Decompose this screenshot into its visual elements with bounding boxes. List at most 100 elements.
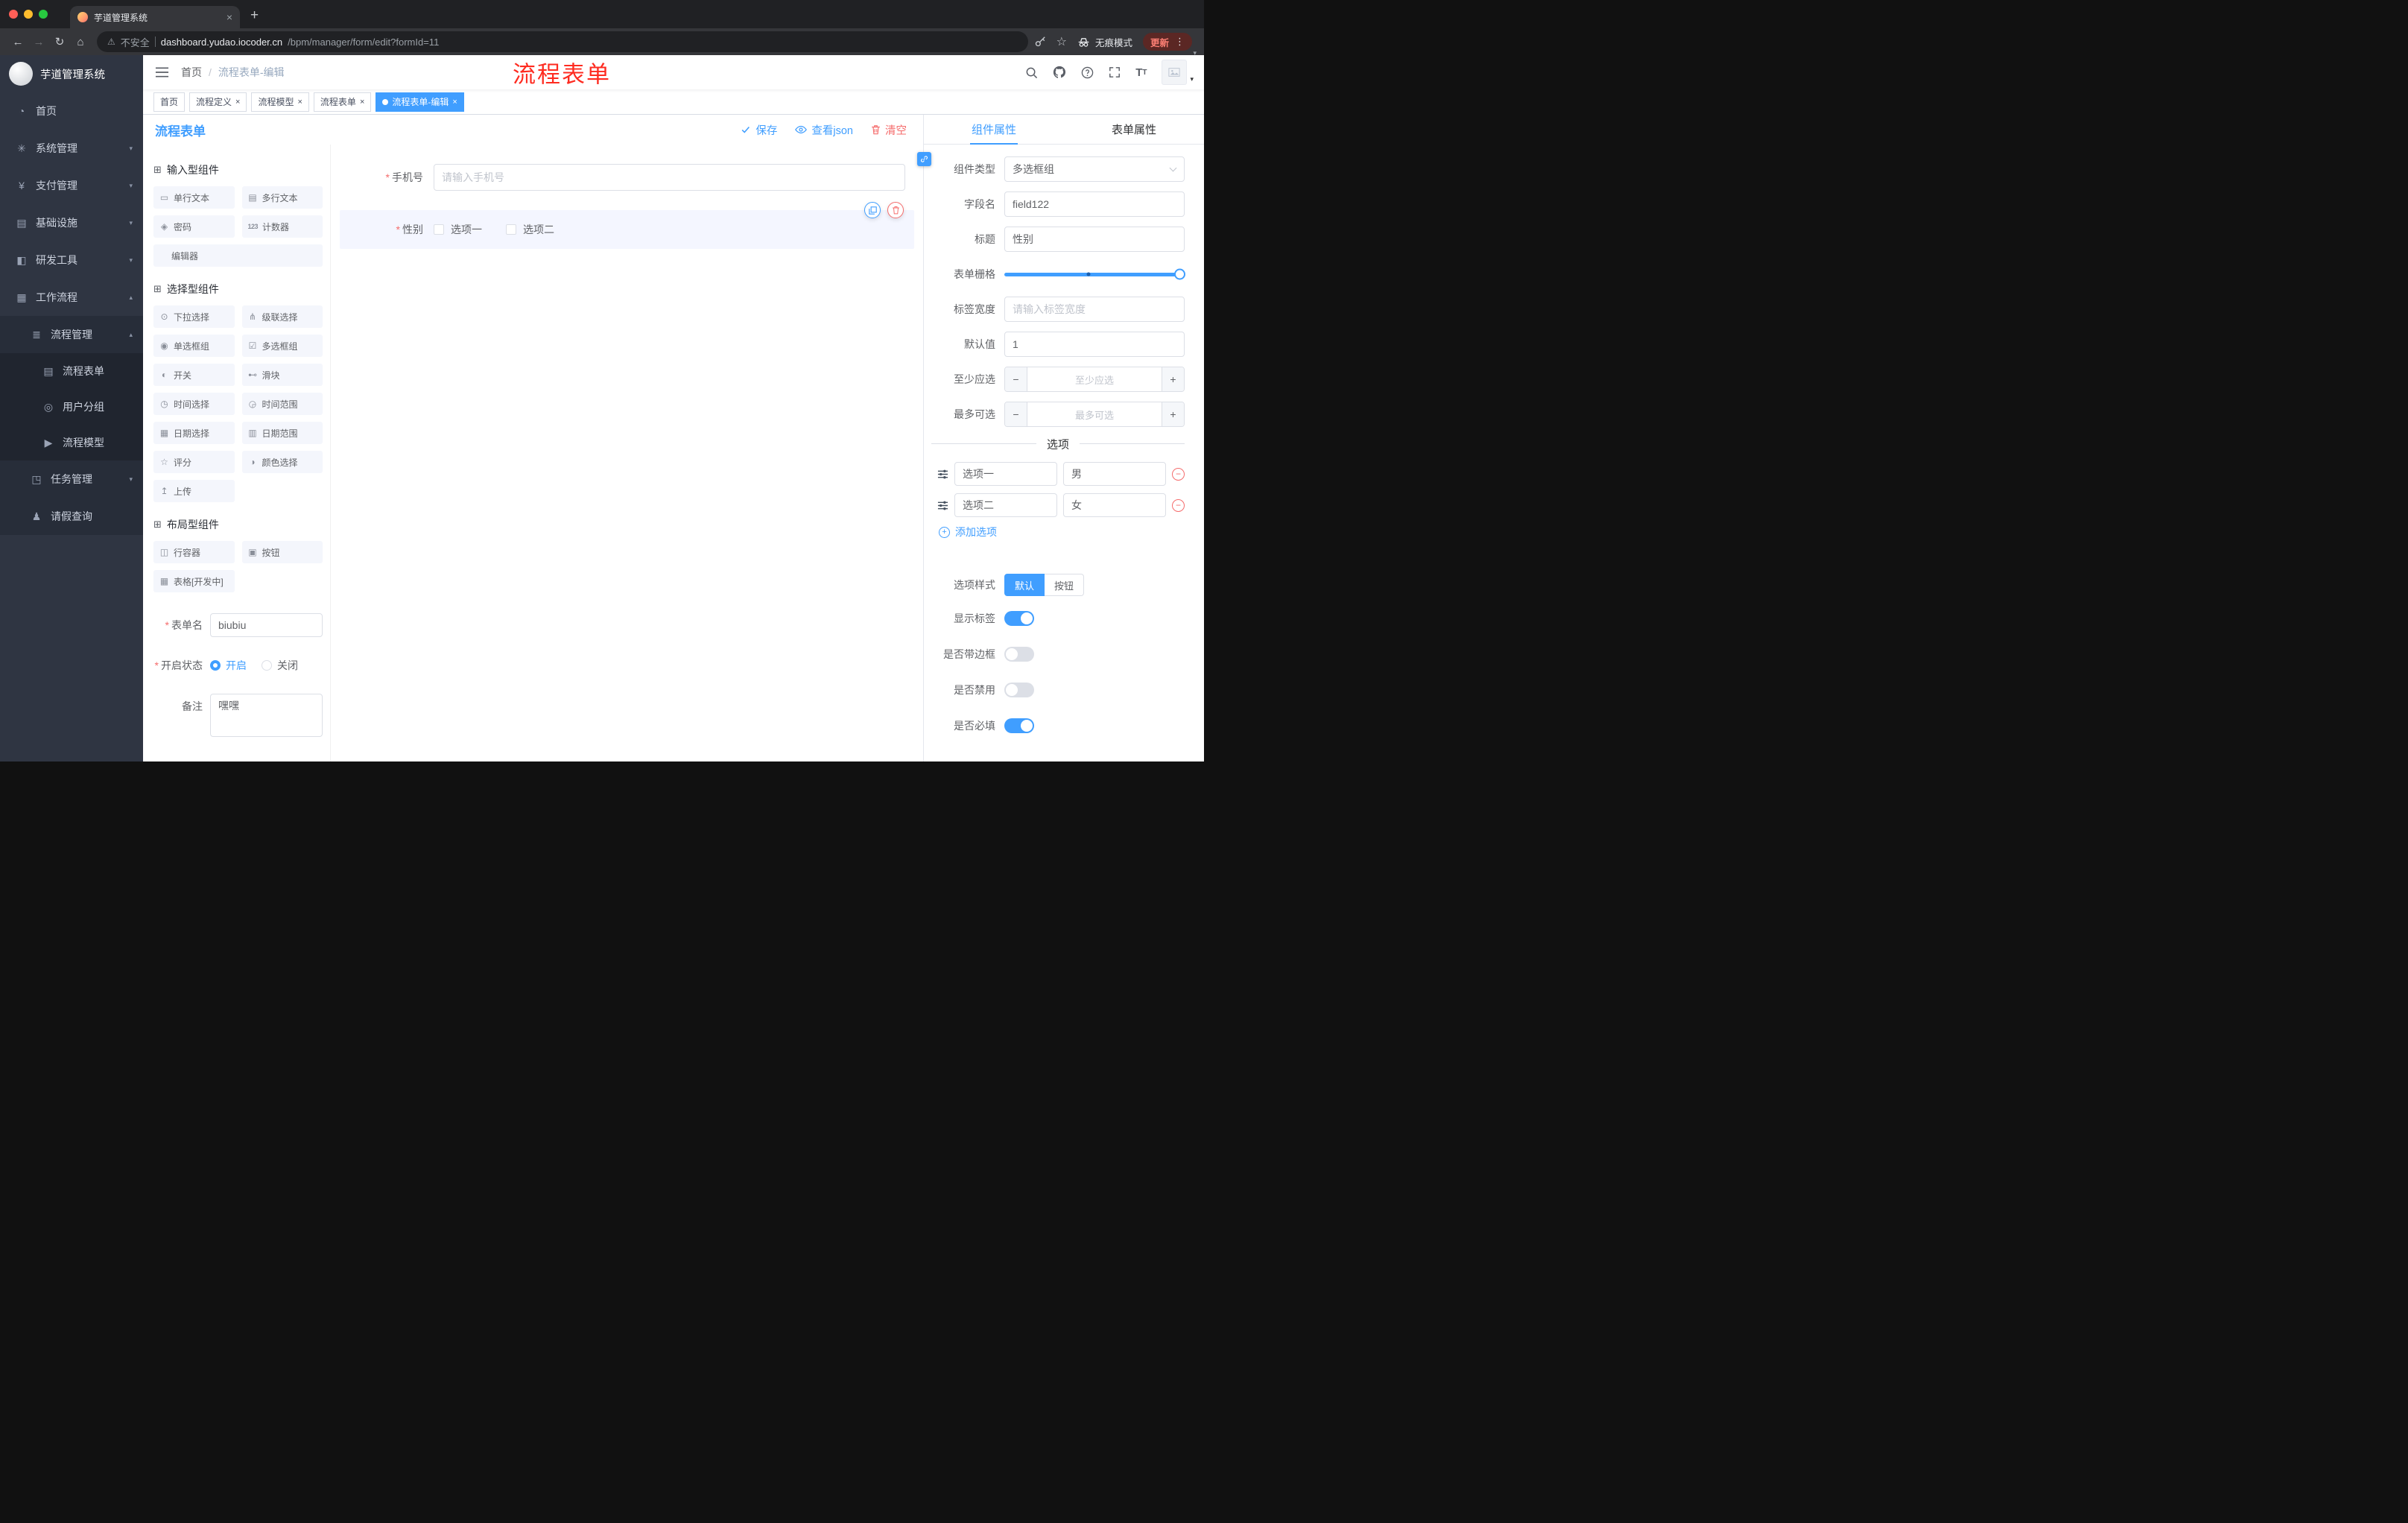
sidebar-item-process-model[interactable]: ▶ 流程模型	[0, 425, 143, 460]
palette-item-date-picker[interactable]: ▦ 日期选择	[153, 422, 235, 444]
drag-handle-icon[interactable]	[937, 469, 948, 480]
tab-close-icon[interactable]: ×	[226, 11, 232, 23]
browser-menu-icon[interactable]: ⋮	[1175, 36, 1185, 48]
palette-item-slider[interactable]: ⊷ 滑块	[241, 364, 323, 386]
canvas-field-gender-selected[interactable]: * 性别 选项一 选项二	[340, 202, 914, 249]
palette-item-checkbox-group[interactable]: ☑ 多选框组	[241, 335, 323, 357]
search-icon[interactable]	[1025, 66, 1038, 79]
fullscreen-icon[interactable]	[1109, 66, 1121, 78]
tab-component-props[interactable]: 组件属性	[924, 115, 1064, 145]
segment-button[interactable]: 按钮	[1045, 574, 1085, 596]
sidebar-item-leave-query[interactable]: ♟ 请假查询	[0, 498, 143, 535]
new-tab-button[interactable]: +	[250, 7, 259, 24]
required-toggle[interactable]	[1004, 718, 1034, 733]
palette-item-editor[interactable]: 编辑器	[153, 244, 323, 267]
key-icon[interactable]	[1034, 36, 1046, 48]
add-option-button[interactable]: + 添加选项	[939, 525, 1185, 539]
palette-item-button[interactable]: ▣ 按钮	[241, 541, 323, 563]
checkbox-option-1[interactable]: 选项一	[434, 222, 482, 237]
palette-item-dropdown[interactable]: ⊙ 下拉选择	[153, 305, 235, 328]
window-zoom-button[interactable]	[39, 10, 48, 19]
reload-button[interactable]: ↻	[49, 31, 70, 52]
option-value-input[interactable]	[1063, 493, 1166, 517]
sidebar-item-process-form[interactable]: ▤ 流程表单	[0, 353, 143, 389]
browser-update-button[interactable]: 更新 ⋮	[1142, 33, 1192, 51]
panel-link-handle[interactable]	[917, 152, 931, 166]
palette-item-cascader[interactable]: ⋔ 级联选择	[241, 305, 323, 328]
breadcrumb-home[interactable]: 首页	[181, 65, 202, 80]
view-json-button[interactable]: 查看json	[795, 122, 853, 138]
delete-field-button[interactable]	[887, 202, 904, 218]
drag-handle-icon[interactable]	[937, 500, 948, 511]
decrement-button[interactable]: −	[1005, 367, 1027, 391]
palette-item-radio-group[interactable]: ◉ 单选框组	[153, 335, 235, 357]
tab-form-props[interactable]: 表单属性	[1064, 115, 1204, 144]
sidebar-item-process-management[interactable]: ≣ 流程管理 ▴	[0, 316, 143, 353]
increment-button[interactable]: +	[1162, 367, 1184, 391]
copy-field-button[interactable]	[864, 202, 881, 218]
home-button[interactable]: ⌂	[70, 31, 91, 52]
form-name-input[interactable]	[210, 613, 323, 637]
slider-handle[interactable]	[1174, 268, 1185, 280]
border-toggle[interactable]	[1004, 647, 1034, 662]
status-radio-closed[interactable]: 关闭	[262, 658, 298, 673]
clear-button[interactable]: 清空	[871, 122, 907, 138]
increment-button[interactable]: +	[1162, 402, 1184, 426]
field-name-input[interactable]	[1004, 191, 1185, 217]
sidebar-item-user-groups[interactable]: ◎ 用户分组	[0, 389, 143, 425]
sidebar-item-workflow[interactable]: ▦ 工作流程 ▴	[0, 279, 143, 316]
tag-process-model[interactable]: 流程模型 ×	[251, 92, 309, 112]
github-icon[interactable]	[1053, 66, 1066, 79]
window-minimize-button[interactable]	[24, 10, 33, 19]
sidebar-item-payment-management[interactable]: ¥ 支付管理 ▾	[0, 167, 143, 204]
palette-item-single-line-text[interactable]: ▭ 单行文本	[153, 186, 235, 209]
form-grid-slider[interactable]	[1004, 268, 1185, 280]
save-button[interactable]: 保存	[741, 122, 777, 138]
decrement-button[interactable]: −	[1005, 402, 1027, 426]
title-input[interactable]	[1004, 227, 1185, 252]
sidebar-item-task-management[interactable]: ◳ 任务管理 ▾	[0, 460, 143, 498]
user-avatar-menu[interactable]: ▾	[1162, 60, 1194, 85]
palette-item-counter[interactable]: 123 计数器	[241, 215, 323, 238]
sidebar-item-home[interactable]: ◔ 首页	[0, 92, 143, 130]
tag-process-definition[interactable]: 流程定义 ×	[189, 92, 247, 112]
palette-item-password[interactable]: ◈ 密码	[153, 215, 235, 238]
default-value-input[interactable]	[1004, 332, 1185, 357]
back-button[interactable]: ←	[7, 31, 28, 52]
palette-item-date-range[interactable]: ▥ 日期范围	[241, 422, 323, 444]
form-remark-textarea[interactable]: 嘿嘿	[210, 694, 323, 737]
option-value-input[interactable]	[1063, 462, 1166, 486]
close-icon[interactable]: ×	[235, 98, 240, 107]
sidebar-item-infrastructure[interactable]: ▤ 基础设施 ▾	[0, 204, 143, 241]
close-icon[interactable]: ×	[297, 98, 302, 107]
forward-button[interactable]: →	[28, 31, 49, 52]
bookmark-star-icon[interactable]: ☆	[1056, 34, 1067, 49]
show-label-toggle[interactable]	[1004, 611, 1034, 626]
palette-item-table-wip[interactable]: ▦ 表格[开发中]	[153, 570, 235, 592]
security-warning-icon[interactable]: ⚠	[107, 37, 115, 47]
palette-item-multi-line-text[interactable]: ▤ 多行文本	[241, 186, 323, 209]
close-icon[interactable]: ×	[360, 98, 364, 107]
sidebar-item-system-management[interactable]: ✳ 系统管理 ▾	[0, 130, 143, 167]
palette-item-switch[interactable]: ◐ 开关	[153, 364, 235, 386]
disabled-toggle[interactable]	[1004, 683, 1034, 697]
palette-item-row-container[interactable]: ◫ 行容器	[153, 541, 235, 563]
palette-item-time-picker[interactable]: ◷ 时间选择	[153, 393, 235, 415]
palette-item-time-range[interactable]: ◶ 时间范围	[241, 393, 323, 415]
app-logo[interactable]: 芋道管理系统	[0, 55, 143, 92]
close-icon[interactable]: ×	[452, 98, 457, 107]
sidebar-item-dev-tools[interactable]: ◧ 研发工具 ▾	[0, 241, 143, 279]
palette-item-rate[interactable]: ☆ 评分	[153, 451, 235, 473]
remove-option-button[interactable]: −	[1172, 498, 1185, 512]
window-close-button[interactable]	[9, 10, 18, 19]
max-select-value[interactable]: 最多可选	[1027, 402, 1162, 426]
option-name-input[interactable]	[954, 493, 1057, 517]
help-icon[interactable]	[1081, 66, 1094, 79]
component-type-select[interactable]: 多选框组	[1004, 156, 1185, 182]
palette-item-upload[interactable]: ↥ 上传	[153, 480, 235, 502]
palette-item-color-picker[interactable]: ◑ 颜色选择	[241, 451, 323, 473]
sidebar-collapse-icon[interactable]	[143, 66, 181, 78]
tag-process-form-edit[interactable]: 流程表单-编辑 ×	[376, 92, 464, 112]
phone-input[interactable]	[434, 164, 905, 191]
font-size-icon[interactable]: TT	[1135, 66, 1147, 79]
